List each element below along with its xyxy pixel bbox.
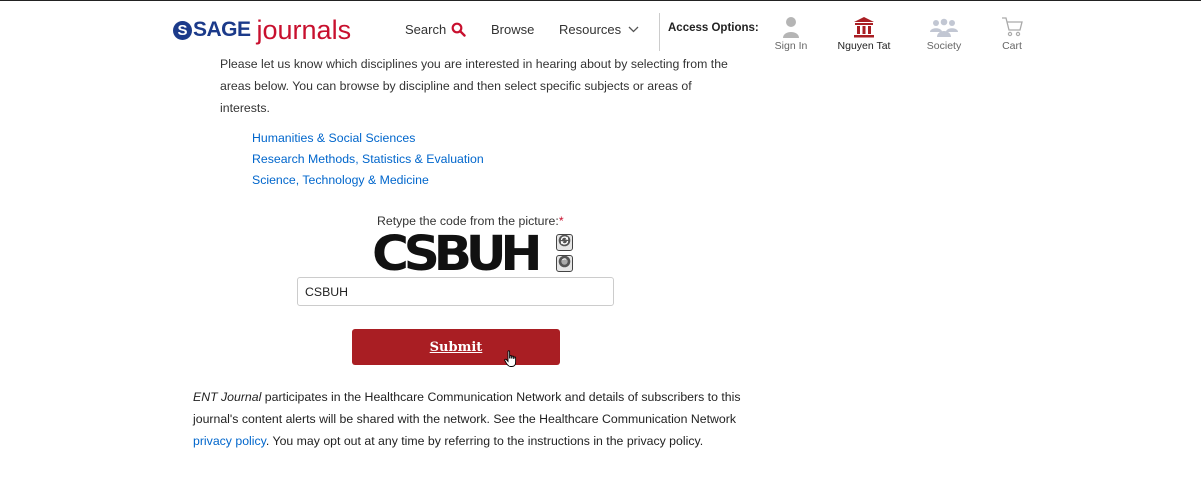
resources-label: Resources bbox=[559, 22, 622, 37]
society-label: Society bbox=[926, 40, 962, 52]
browse-nav-link[interactable]: Browse bbox=[491, 22, 534, 37]
society-access-button[interactable]: Society bbox=[914, 12, 974, 52]
captcha-code-input[interactable] bbox=[297, 277, 614, 306]
institution-access-button[interactable]: Nguyen Tat bbox=[834, 12, 894, 52]
privacy-notice-text-end: . You may opt out at any time by referri… bbox=[265, 434, 704, 448]
institution-label: Nguyen Tat bbox=[837, 40, 891, 52]
sage-logo-mark: S bbox=[173, 21, 192, 40]
sign-in-button[interactable]: Sign In bbox=[761, 12, 821, 52]
cart-icon bbox=[982, 12, 1042, 38]
cart-label: Cart bbox=[1002, 40, 1022, 52]
captcha-refresh-button[interactable] bbox=[556, 234, 573, 251]
sage-journals-logo[interactable]: S SAGE journals bbox=[173, 16, 351, 44]
audio-icon bbox=[558, 255, 571, 273]
header-divider bbox=[659, 13, 660, 51]
captcha-audio-button[interactable] bbox=[556, 255, 573, 272]
resources-nav-dropdown[interactable]: Resources bbox=[559, 22, 639, 37]
journal-name: ENT Journal bbox=[193, 390, 262, 404]
captcha-image-text: CSBUH bbox=[372, 226, 543, 282]
top-border bbox=[0, 0, 1201, 12]
discipline-link-research-methods[interactable]: Research Methods, Statistics & Evaluatio… bbox=[252, 149, 484, 170]
institution-icon bbox=[834, 12, 894, 38]
person-icon bbox=[761, 12, 821, 38]
sign-in-label: Sign In bbox=[774, 40, 808, 52]
search-icon bbox=[451, 22, 466, 37]
privacy-notice-text: participates in the Healthcare Communica… bbox=[193, 390, 741, 426]
privacy-notice: ENT Journal participates in the Healthca… bbox=[193, 386, 753, 452]
discipline-link-humanities[interactable]: Humanities & Social Sciences bbox=[252, 128, 484, 149]
society-icon bbox=[914, 12, 974, 38]
logo-journals-text: journals bbox=[256, 15, 352, 45]
submit-button[interactable]: Submit bbox=[352, 329, 560, 365]
refresh-icon bbox=[558, 234, 571, 252]
intro-paragraph: Please let us know which disciplines you… bbox=[220, 57, 728, 115]
privacy-policy-link[interactable]: privacy policy bbox=[193, 434, 266, 448]
chevron-down-icon bbox=[628, 26, 639, 33]
cart-button[interactable]: Cart bbox=[982, 12, 1042, 52]
discipline-links: Humanities & Social Sciences Research Me… bbox=[252, 128, 484, 191]
access-options-label: Access Options: bbox=[668, 22, 759, 34]
logo-sage-text: SAGE bbox=[193, 18, 251, 41]
search-label: Search bbox=[405, 22, 447, 37]
required-mark: * bbox=[558, 214, 564, 228]
browse-label: Browse bbox=[491, 22, 535, 37]
captcha-image: CSBUH bbox=[372, 230, 552, 278]
search-nav-button[interactable]: Search bbox=[405, 22, 466, 37]
hand-cursor-icon bbox=[504, 350, 518, 373]
discipline-link-science[interactable]: Science, Technology & Medicine bbox=[252, 170, 484, 191]
